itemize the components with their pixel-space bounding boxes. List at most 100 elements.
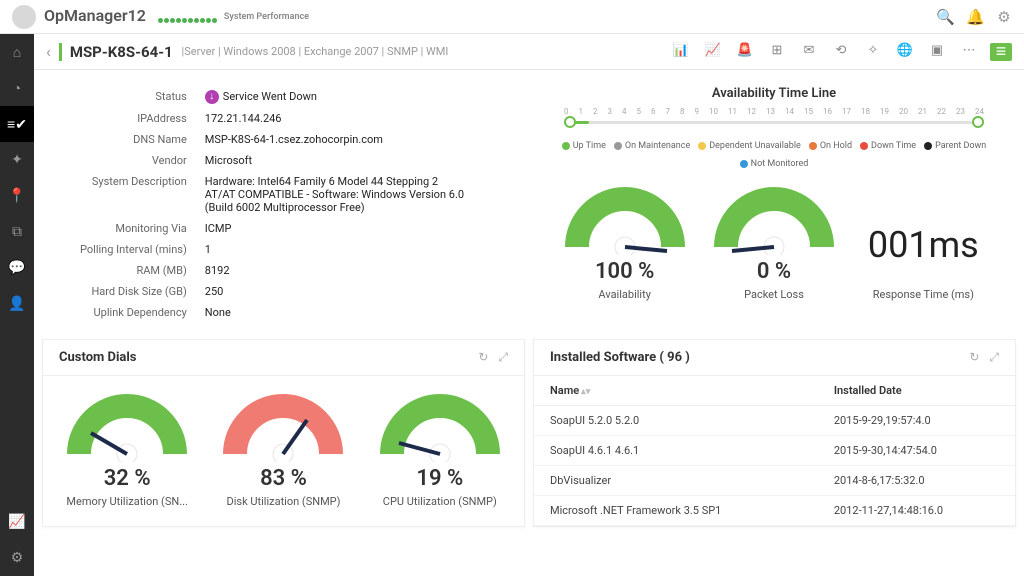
product-name: OpManager12 bbox=[44, 6, 146, 25]
cell-name: SoapUI 5.2.0 5.2.0 bbox=[534, 406, 818, 436]
sidebar: ⌂ ◔ ≡✔ ✦ 📍 ⧉ 💬 👤 📈 ⚙ bbox=[0, 34, 34, 576]
nav-list-icon[interactable]: ≡✔ bbox=[0, 106, 34, 142]
page-title: MSP-K8S-64-1 bbox=[59, 43, 173, 61]
label-status: Status bbox=[80, 86, 205, 108]
expand-icon[interactable]: ⤢ bbox=[498, 350, 508, 365]
nav-location-icon[interactable]: 📍 bbox=[0, 178, 34, 214]
timeline-title: Availability Time Line bbox=[550, 86, 998, 101]
nav-user-icon[interactable]: 👤 bbox=[0, 286, 34, 322]
menu-button[interactable]: ≡ bbox=[990, 43, 1012, 61]
value-uplink: None bbox=[205, 302, 465, 323]
custom-dials-actions: ↻ ⤢ bbox=[478, 350, 508, 365]
nav-chat-icon[interactable]: 💬 bbox=[0, 250, 34, 286]
product-title: OpManager12 System Performance bbox=[44, 6, 309, 26]
timeline-panel: Availability Time Line 01234567891011121… bbox=[532, 74, 1016, 335]
path-icon[interactable]: ✧ bbox=[862, 43, 884, 61]
legend-up: Up Time bbox=[562, 141, 606, 151]
dial-item: 19 %CPU Utilization (SNMP) bbox=[365, 392, 515, 508]
installed-software-title: Installed Software ( 96 ) bbox=[550, 350, 690, 365]
legend-dep: Dependent Unavailable bbox=[698, 141, 801, 151]
cell-date: 2015-9-30,14:47:54.0 bbox=[818, 436, 1015, 466]
nav-network-icon[interactable]: ⧉ bbox=[0, 214, 34, 250]
crumb-actions: 📊 📈 🚨 ⊞ ✉ ⟲ ✧ 🌐 ▣ ⋯ ≡ bbox=[670, 43, 1012, 61]
value-monvia: ICMP bbox=[205, 218, 465, 239]
timeline-knob-start[interactable] bbox=[564, 116, 576, 128]
gauge-response-label: Response Time (ms) bbox=[849, 288, 998, 301]
cell-name: SoapUI 4.6.1 4.6.1 bbox=[534, 436, 818, 466]
avatar[interactable] bbox=[12, 5, 36, 29]
bell-icon[interactable]: 🔔 bbox=[966, 8, 982, 26]
legend-down: Down Time bbox=[860, 141, 916, 151]
dial-arc bbox=[223, 392, 343, 462]
label-ip: IPAddress bbox=[80, 108, 205, 129]
terminal-icon[interactable]: ▣ bbox=[926, 43, 948, 61]
gauge-availability: 100 % Availability bbox=[550, 185, 699, 301]
chart-bar-icon[interactable]: 📊 bbox=[670, 43, 692, 61]
gauge-packetloss-value: 0 % bbox=[699, 259, 848, 284]
dial-label: Disk Utilization (SNMP) bbox=[208, 495, 358, 508]
nav-gear-icon[interactable]: ⚙ bbox=[0, 540, 34, 576]
nav-alerts-icon[interactable]: ✦ bbox=[0, 142, 34, 178]
nav-reports-icon[interactable]: 📈 bbox=[0, 504, 34, 540]
value-vendor: Microsoft bbox=[205, 150, 465, 171]
dial-label: CPU Utilization (SNMP) bbox=[365, 495, 515, 508]
details-panel: Status↓Service Went Down IPAddress172.21… bbox=[42, 74, 526, 335]
mail-icon[interactable]: ✉ bbox=[798, 43, 820, 61]
settings-equalizer-icon[interactable]: ⚙ bbox=[996, 8, 1012, 26]
timeline-knob-end[interactable] bbox=[972, 116, 984, 128]
node-icon[interactable]: ⊞ bbox=[766, 43, 788, 61]
content-bottom: Custom Dials ↻ ⤢ 32 %Memory Utilization … bbox=[34, 339, 1024, 527]
table-row[interactable]: SoapUI 4.6.1 4.6.12015-9-30,14:47:54.0 bbox=[534, 436, 1015, 466]
link-icon[interactable]: ⟲ bbox=[830, 43, 852, 61]
table-row[interactable]: Microsoft .NET Framework 3.5 SP12012-11-… bbox=[534, 496, 1015, 526]
expand-icon[interactable]: ⤢ bbox=[989, 350, 999, 365]
table-row[interactable]: SoapUI 5.2.0 5.2.02015-9-29,19:57:4.0 bbox=[534, 406, 1015, 436]
installed-software-actions: ↻ ⤢ bbox=[969, 350, 999, 365]
label-ram: RAM (MB) bbox=[80, 260, 205, 281]
col-date[interactable]: Installed Date bbox=[818, 376, 1015, 406]
breadcrumb: ‹ MSP-K8S-64-1 |Server | Windows 2008 | … bbox=[34, 34, 1024, 70]
nav-home-icon[interactable]: ⌂ bbox=[0, 34, 34, 70]
dial-item: 32 %Memory Utilization (SN... bbox=[52, 392, 202, 508]
timeline-wrap: Availability Time Line 01234567891011121… bbox=[550, 86, 998, 169]
chart-line-icon[interactable]: 📈 bbox=[702, 43, 724, 61]
refresh-icon[interactable]: ↻ bbox=[969, 350, 979, 365]
timeline-slider[interactable]: 0123456789101112131415161718192021222324 bbox=[564, 107, 984, 133]
nav-dashboard-icon[interactable]: ◔ bbox=[0, 70, 34, 106]
globe-icon[interactable]: 🌐 bbox=[894, 43, 916, 61]
value-ram: 8192 bbox=[205, 260, 465, 281]
more-icon[interactable]: ⋯ bbox=[958, 43, 980, 61]
cell-date: 2014-8-6,17:5:32.0 bbox=[818, 466, 1015, 496]
cell-name: Microsoft .NET Framework 3.5 SP1 bbox=[534, 496, 818, 526]
search-icon[interactable]: 🔍 bbox=[936, 8, 952, 26]
gauge-availability-label: Availability bbox=[550, 288, 699, 301]
gauge-availability-arc bbox=[565, 185, 685, 255]
gauge-packetloss-label: Packet Loss bbox=[699, 288, 848, 301]
value-hdd: 250 bbox=[205, 281, 465, 302]
refresh-icon[interactable]: ↻ bbox=[478, 350, 488, 365]
value-ip: 172.21.144.246 bbox=[205, 108, 465, 129]
topbar-right: 🔍 🔔 ⚙ bbox=[936, 8, 1012, 26]
dial-arc bbox=[67, 392, 187, 462]
dial-value: 83 % bbox=[208, 466, 358, 491]
installed-software-pane: Installed Software ( 96 ) ↻ ⤢ Name▴▾ Ins… bbox=[533, 339, 1016, 527]
label-monvia: Monitoring Via bbox=[80, 218, 205, 239]
gauge-packetloss-arc bbox=[714, 185, 834, 255]
table-row[interactable]: DbVisualizer2014-8-6,17:5:32.0 bbox=[534, 466, 1015, 496]
timeline-legend: Up Time On Maintenance Dependent Unavail… bbox=[550, 141, 998, 169]
siren-icon[interactable]: 🚨 bbox=[734, 43, 756, 61]
legend-parent: Parent Down bbox=[924, 141, 986, 151]
cell-date: 2015-9-29,19:57:4.0 bbox=[818, 406, 1015, 436]
value-dns: MSP-K8S-64-1.csez.zohocorpin.com bbox=[205, 129, 465, 150]
status-down-icon: ↓ bbox=[205, 90, 219, 104]
back-button[interactable]: ‹ bbox=[46, 42, 51, 61]
value-sysdesc: Hardware: Intel64 Family 6 Model 44 Step… bbox=[205, 171, 465, 218]
dials-row: 32 %Memory Utilization (SN...83 % Disk Ut… bbox=[43, 376, 524, 518]
dial-label: Memory Utilization (SN... bbox=[52, 495, 202, 508]
timeline-ticks: 0123456789101112131415161718192021222324 bbox=[564, 107, 984, 116]
col-name[interactable]: Name▴▾ bbox=[534, 376, 818, 406]
legend-maint: On Maintenance bbox=[614, 141, 690, 151]
topbar: OpManager12 System Performance 🔍 🔔 ⚙ bbox=[0, 0, 1024, 34]
nav-spacer bbox=[0, 322, 34, 504]
custom-dials-pane: Custom Dials ↻ ⤢ 32 %Memory Utilization … bbox=[42, 339, 525, 527]
